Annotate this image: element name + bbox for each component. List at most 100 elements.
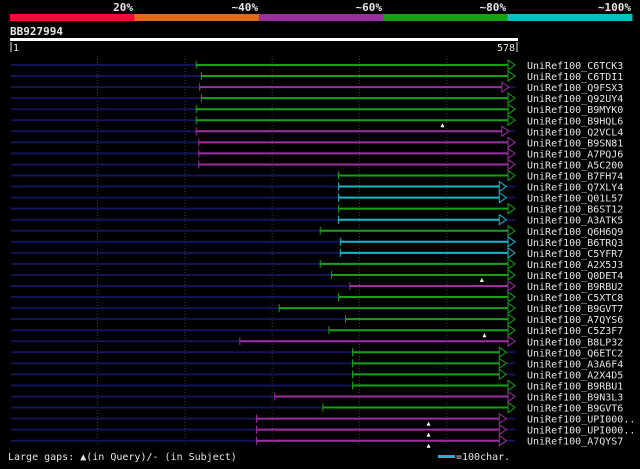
hit-name-label[interactable]: UniRef100_Q0DET4 bbox=[527, 271, 623, 282]
hit-name-label[interactable]: UniRef100_C5XTC8 bbox=[527, 293, 623, 304]
query-start-label: 1 bbox=[13, 43, 19, 54]
gaps-legend: Large gaps: ▲(in Query)/- (in Subject) bbox=[8, 452, 237, 463]
hit-row[interactable]: UniRef100_B9N3L3 bbox=[11, 390, 623, 404]
hit-row[interactable]: UniRef100_Q0DET4 bbox=[11, 268, 623, 282]
hit-name-label[interactable]: UniRef100_Q92UY4 bbox=[527, 94, 623, 105]
hit-row[interactable]: UniRef100_C6TCK3 bbox=[11, 59, 623, 72]
hit-row[interactable]: UniRef100_B6ST12 bbox=[11, 202, 623, 216]
hit-row[interactable]: UniRef100_A7QYS6 bbox=[11, 313, 623, 326]
hit-name-label[interactable]: UniRef100_Q7XLY4 bbox=[527, 183, 623, 194]
hit-arrow-head bbox=[498, 434, 508, 447]
hit-name-label[interactable]: UniRef100_UPI000.. bbox=[527, 415, 635, 426]
hit-name-label[interactable]: UniRef100_A2X5J3 bbox=[527, 260, 623, 271]
hit-name-label[interactable]: UniRef100_B9HQL6 bbox=[527, 116, 623, 127]
hit-row[interactable]: UniRef100_B9RBU2 bbox=[11, 280, 623, 293]
hit-arrow-head bbox=[507, 313, 516, 326]
hit-name-label[interactable]: UniRef100_B8LP32 bbox=[527, 337, 623, 348]
hit-name-label[interactable]: UniRef100_Q6ETC2 bbox=[527, 348, 623, 359]
hit-row[interactable]: UniRef100_Q01L57 bbox=[11, 191, 623, 205]
hit-row[interactable]: UniRef100_B8LP32 bbox=[11, 335, 623, 348]
hit-name-label[interactable]: UniRef100_B6TRQ3 bbox=[527, 238, 623, 249]
hit-row[interactable]: UniRef100_Q6ETC2 bbox=[11, 346, 623, 359]
hit-name-label[interactable]: UniRef100_B6ST12 bbox=[527, 205, 623, 216]
hit-row[interactable]: UniRef100_Q7XLY4 bbox=[11, 180, 623, 194]
hit-arrow-head bbox=[498, 346, 508, 359]
hit-row[interactable]: UniRef100_Q92UY4 bbox=[11, 92, 623, 105]
hit-rows: UniRef100_C6TCK3UniRef100_C6TDI1UniRef10… bbox=[11, 59, 635, 448]
query-gap-marker bbox=[440, 123, 445, 128]
hit-arrow-head bbox=[507, 268, 516, 281]
hit-row[interactable]: UniRef100_B9MYK0 bbox=[11, 103, 623, 116]
hit-name-label[interactable]: UniRef100_Q01L57 bbox=[527, 194, 623, 205]
identity-scale-segment bbox=[507, 14, 633, 21]
hit-row[interactable]: UniRef100_B9GVT6 bbox=[11, 401, 623, 415]
hit-row[interactable]: UniRef100_UPI000.. bbox=[11, 412, 635, 426]
hit-name-label[interactable]: UniRef100_B9SN81 bbox=[527, 138, 623, 149]
hit-name-label[interactable]: UniRef100_Q2VCL4 bbox=[527, 127, 623, 138]
hit-name-label[interactable]: UniRef100_B7FH74 bbox=[527, 172, 623, 183]
hit-row[interactable]: UniRef100_C5Z3F7 bbox=[11, 324, 623, 338]
hit-name-label[interactable]: UniRef100_Q9FSX3 bbox=[527, 83, 623, 94]
hit-arrow-head bbox=[507, 224, 516, 237]
hit-name-label[interactable]: UniRef100_A5C200 bbox=[527, 160, 623, 171]
scale-legend-bar bbox=[438, 455, 455, 458]
hit-name-label[interactable]: UniRef100_C6TDI1 bbox=[527, 72, 623, 83]
hit-row[interactable]: UniRef100_Q6H6Q9 bbox=[11, 224, 623, 238]
hit-row[interactable]: UniRef100_A5C200 bbox=[11, 158, 623, 171]
hit-row[interactable]: UniRef100_Q2VCL4 bbox=[11, 125, 623, 138]
hit-name-label[interactable]: UniRef100_B9RBU1 bbox=[527, 381, 623, 392]
hit-arrow-head bbox=[507, 70, 516, 83]
hit-row[interactable]: UniRef100_A3ATK5 bbox=[11, 213, 623, 227]
hit-row[interactable]: UniRef100_A7QYS7 bbox=[11, 434, 623, 448]
hit-arrow-head bbox=[507, 302, 516, 315]
hit-row[interactable]: UniRef100_B9HQL6 bbox=[11, 114, 623, 128]
hit-arrow-head bbox=[507, 379, 516, 392]
hit-name-label[interactable]: UniRef100_A3ATK5 bbox=[527, 216, 623, 227]
blast-graphic: 20% ~40% ~60% ~80% ~100% BB927994 1 578 … bbox=[0, 0, 640, 465]
hit-row[interactable]: UniRef100_C5XTC8 bbox=[11, 291, 623, 304]
hit-name-label[interactable]: UniRef100_C5YFR7 bbox=[527, 249, 623, 260]
hit-arrow-head bbox=[498, 412, 508, 425]
hit-name-label[interactable]: UniRef100_C5Z3F7 bbox=[527, 326, 623, 337]
hit-name-label[interactable]: UniRef100_B9MYK0 bbox=[527, 105, 623, 116]
hit-row[interactable]: UniRef100_UPI000.. bbox=[11, 423, 635, 437]
hit-arrow-head bbox=[498, 213, 508, 226]
hit-arrow-head bbox=[501, 81, 510, 94]
hit-row[interactable]: UniRef100_C5YFR7 bbox=[11, 246, 623, 260]
hit-name-label[interactable]: UniRef100_C6TCK3 bbox=[527, 61, 623, 72]
hit-name-label[interactable]: UniRef100_B9RBU2 bbox=[527, 282, 623, 293]
hit-row[interactable]: UniRef100_B9RBU1 bbox=[11, 379, 623, 392]
query-end-label: 578 bbox=[497, 43, 515, 54]
hit-row[interactable]: UniRef100_B9SN81 bbox=[11, 136, 623, 149]
hit-row[interactable]: UniRef100_B6TRQ3 bbox=[11, 235, 623, 249]
hit-name-label[interactable]: UniRef100_B9GVT6 bbox=[527, 404, 623, 415]
hit-name-label[interactable]: UniRef100_UPI000.. bbox=[527, 426, 635, 437]
hit-row[interactable]: UniRef100_A2X4D5 bbox=[11, 368, 623, 381]
hit-name-label[interactable]: UniRef100_A2X4D5 bbox=[527, 370, 623, 381]
hit-name-label[interactable]: UniRef100_A7QYS6 bbox=[527, 315, 623, 326]
hit-row[interactable]: UniRef100_A2X5J3 bbox=[11, 257, 623, 271]
hit-name-label[interactable]: UniRef100_Q6H6Q9 bbox=[527, 227, 623, 238]
hit-arrow-head bbox=[507, 324, 516, 337]
hit-name-label[interactable]: UniRef100_A3A6F4 bbox=[527, 359, 623, 370]
hit-row[interactable]: UniRef100_C6TDI1 bbox=[11, 70, 623, 83]
hit-arrow-head bbox=[498, 423, 508, 436]
identity-tick-labels: 20% ~40% ~60% ~80% ~100% bbox=[113, 1, 631, 14]
hit-name-label[interactable]: UniRef100_A7PQJ6 bbox=[527, 149, 623, 160]
hit-arrow-head bbox=[507, 291, 516, 304]
hit-row[interactable]: UniRef100_Q9FSX3 bbox=[11, 81, 623, 94]
hit-arrow-head bbox=[507, 235, 516, 248]
hit-name-label[interactable]: UniRef100_B9GVT7 bbox=[527, 304, 623, 315]
hit-name-label[interactable]: UniRef100_A7QYS7 bbox=[527, 437, 623, 448]
hit-arrow-head bbox=[507, 335, 516, 348]
hit-row[interactable]: UniRef100_B7FH74 bbox=[11, 169, 623, 183]
hit-row[interactable]: UniRef100_A3A6F4 bbox=[11, 357, 623, 370]
query-bar bbox=[10, 38, 518, 41]
hit-row[interactable]: UniRef100_B9GVT7 bbox=[11, 302, 623, 315]
hit-arrow-head bbox=[507, 401, 516, 414]
hit-row[interactable]: UniRef100_A7PQJ6 bbox=[11, 147, 623, 160]
identity-scale-segment bbox=[134, 14, 260, 21]
identity-tick-80: ~80% bbox=[480, 1, 507, 14]
hit-name-label[interactable]: UniRef100_B9N3L3 bbox=[527, 393, 623, 404]
hit-arrow-head bbox=[507, 114, 516, 127]
